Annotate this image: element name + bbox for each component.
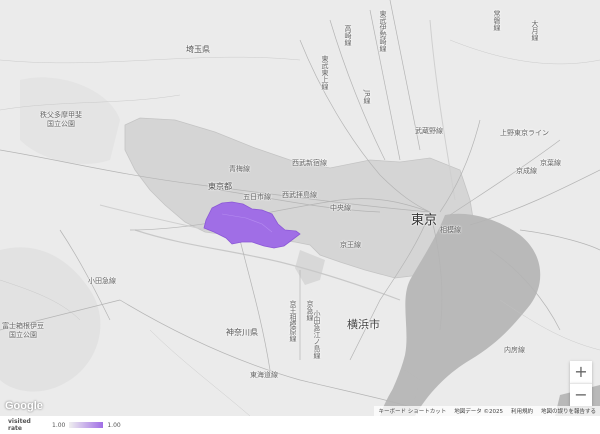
- label-ueno-tokyo-line: 上野東京ライン: [500, 129, 549, 137]
- label-tobu-isesaki: 東武伊勢崎線: [379, 10, 387, 52]
- report-error-link[interactable]: 地図の誤りを報告する: [541, 407, 596, 415]
- label-keio-sagamihara: 京王相模原線: [289, 300, 297, 342]
- map-canvas[interactable]: 埼玉県 秩父多摩甲斐国立公園 東京都 東京 神奈川県 横浜市 富士箱根伊豆国立公…: [0, 0, 600, 416]
- label-tokaido-line: 東海道線: [250, 371, 278, 379]
- label-musashino-line: 武蔵野線: [415, 127, 443, 135]
- label-tobu-tojo: 東武東上線: [321, 55, 329, 90]
- label-itsukaichi-line: 五日市線: [243, 193, 271, 201]
- zoom-out-button[interactable]: −: [570, 383, 592, 406]
- legend-title: visited rate: [8, 418, 31, 432]
- label-otsuki-line: 大月線: [531, 20, 539, 41]
- label-fuji-park: 富士箱根伊豆国立公園: [2, 322, 44, 339]
- label-odakyu-enoshima: 小田急江ノ島線: [313, 310, 321, 359]
- legend-min: 1.00: [52, 421, 66, 429]
- label-odakyu-line: 小田急線: [88, 277, 116, 285]
- label-yokohama: 横浜市: [347, 318, 380, 331]
- legend: visited rate 1.00 1.00: [0, 416, 600, 434]
- label-jr-line: JR線: [363, 90, 371, 104]
- label-keio-line: 京王線: [340, 241, 361, 249]
- label-uchibo-line: 内房線: [504, 346, 525, 354]
- label-tokyo-city: 東京: [411, 213, 438, 228]
- label-chuo-line: 中央線: [330, 204, 351, 212]
- zoom-in-button[interactable]: +: [570, 361, 592, 383]
- label-seibu-haijima: 西武拝島線: [282, 191, 317, 199]
- keyboard-shortcuts-link[interactable]: キーボード ショートカット: [378, 407, 446, 415]
- label-sagami-line: 相模線: [440, 226, 461, 234]
- label-kanagawa: 神奈川県: [226, 328, 258, 337]
- map-data-text: 地図データ ©2025: [454, 409, 503, 415]
- label-chichibu-park: 秩父多摩甲斐国立公園: [40, 111, 82, 128]
- legend-color-bar: [69, 422, 104, 428]
- label-ome-line: 青梅線: [229, 165, 250, 173]
- label-tokyo-pref: 東京都: [208, 182, 232, 191]
- label-seibu-shinjuku: 西武新宿線: [292, 159, 327, 167]
- attribution-bar: キーボード ショートカット 地図データ ©2025 利用規約 地図の誤りを報告す…: [374, 406, 600, 416]
- legend-max: 1.00: [107, 421, 121, 429]
- label-keiyo-line: 京葉線: [540, 159, 561, 167]
- terms-link[interactable]: 利用規約: [511, 407, 533, 415]
- google-logo: Google: [5, 400, 43, 412]
- label-joban-line: 常磐線: [493, 10, 501, 31]
- label-keisei-line: 京成線: [516, 167, 537, 175]
- label-takasaki-line: 高崎線: [344, 25, 352, 46]
- label-saitama: 埼玉県: [186, 45, 210, 54]
